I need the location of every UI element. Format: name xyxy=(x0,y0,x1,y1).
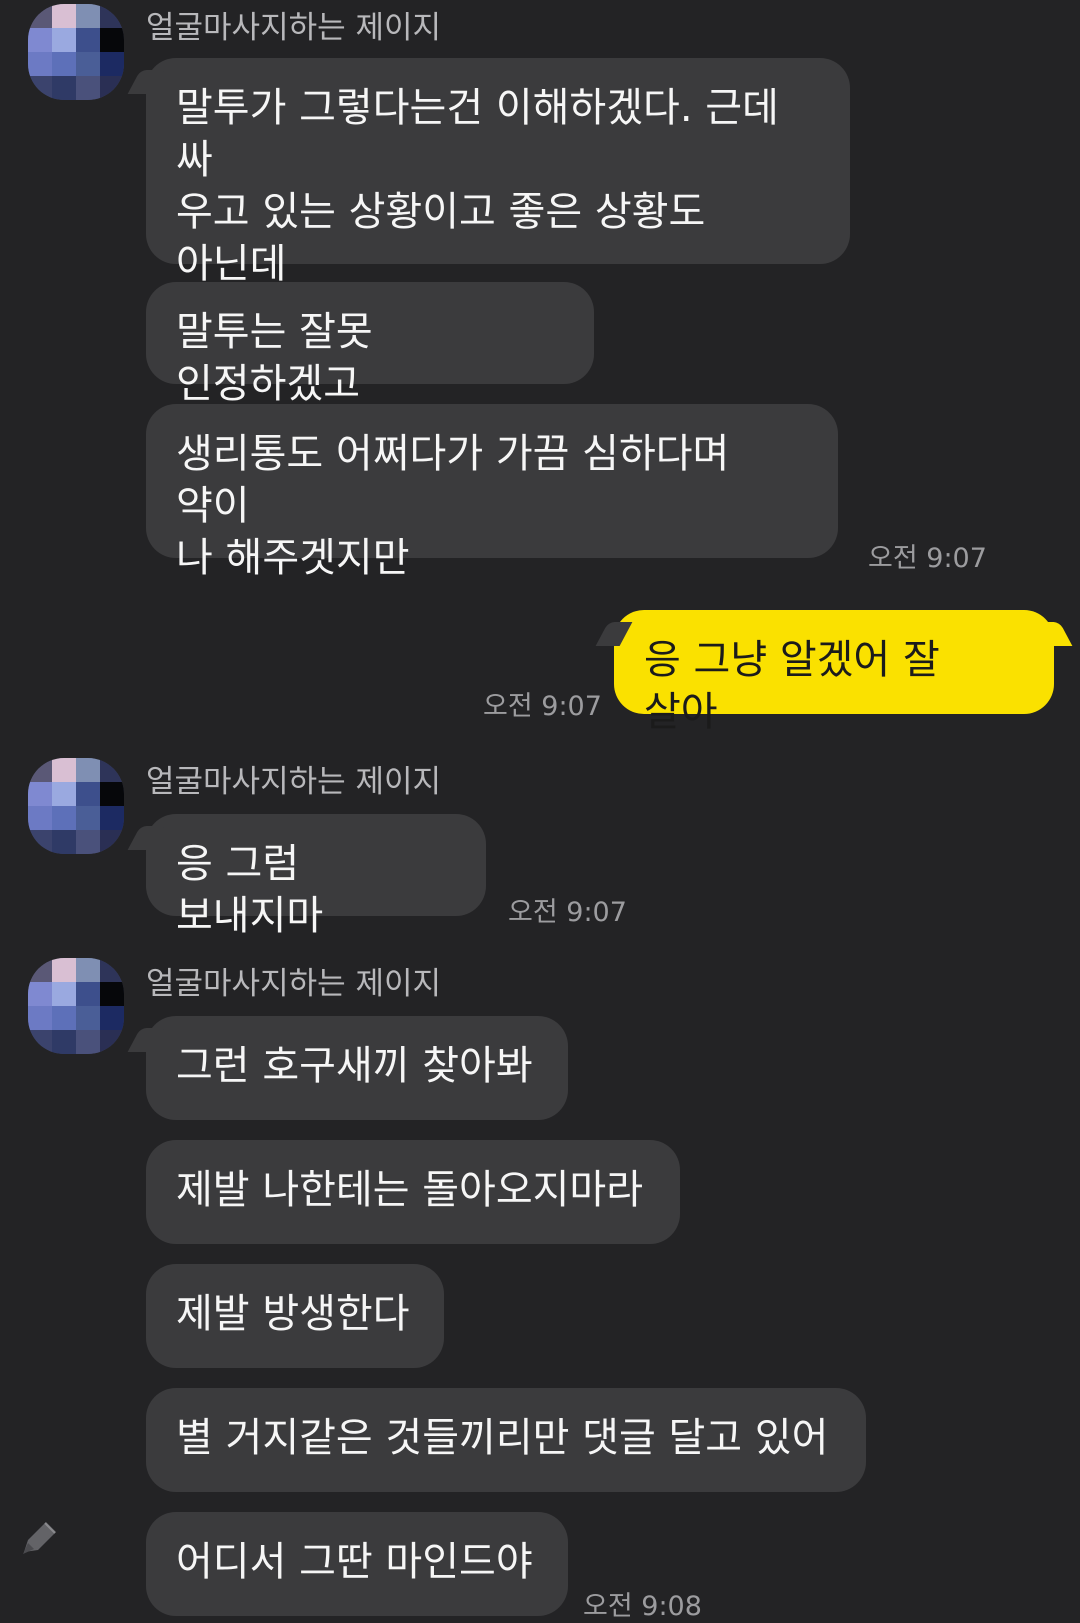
chat-message[interactable]: 말투는 잘못 인정하겠고 xyxy=(146,282,594,407)
pixelated-avatar-icon xyxy=(28,958,124,1054)
chat-message[interactable]: 응 그럼 보내지마 xyxy=(146,814,486,939)
message-timestamp: 오전 9:07 xyxy=(508,897,627,928)
pixelated-avatar-icon xyxy=(28,4,124,100)
message-timestamp: 오전 9:07 xyxy=(483,691,602,722)
message-timestamp: 오전 9:07 xyxy=(868,543,987,574)
my-chat-message[interactable]: 응 그냥 알겠어 잘 살아 xyxy=(614,610,1054,735)
chat-message[interactable]: 어디서 그딴 마인드야 xyxy=(146,1512,568,1616)
pencil-icon[interactable] xyxy=(14,1516,62,1564)
avatar[interactable] xyxy=(28,758,124,854)
avatar[interactable] xyxy=(28,4,124,100)
chat-message[interactable]: 생리통도 어쩌다가 가끔 심하다며 약이 나 해주겟지만 xyxy=(146,404,838,581)
message-timestamp: 오전 9:08 xyxy=(583,1591,702,1622)
chat-message[interactable]: 제발 방생한다 xyxy=(146,1264,444,1368)
chat-message[interactable]: 별 거지같은 것들끼리만 댓글 달고 있어 xyxy=(146,1388,866,1492)
sender-name: 얼굴마사지하는 제이지 xyxy=(146,966,442,1002)
pixelated-avatar-icon xyxy=(28,758,124,854)
sender-name: 얼굴마사지하는 제이지 xyxy=(146,10,442,46)
sender-name: 얼굴마사지하는 제이지 xyxy=(146,764,442,800)
avatar[interactable] xyxy=(28,958,124,1054)
chat-message[interactable]: 말투가 그렇다는건 이해하겠다. 근데 싸 우고 있는 상황이고 좋은 상황도 … xyxy=(146,58,850,339)
chat-message[interactable]: 제발 나한테는 돌아오지마라 xyxy=(146,1140,680,1244)
chat-message[interactable]: 그런 호구새끼 찾아봐 xyxy=(146,1016,568,1120)
